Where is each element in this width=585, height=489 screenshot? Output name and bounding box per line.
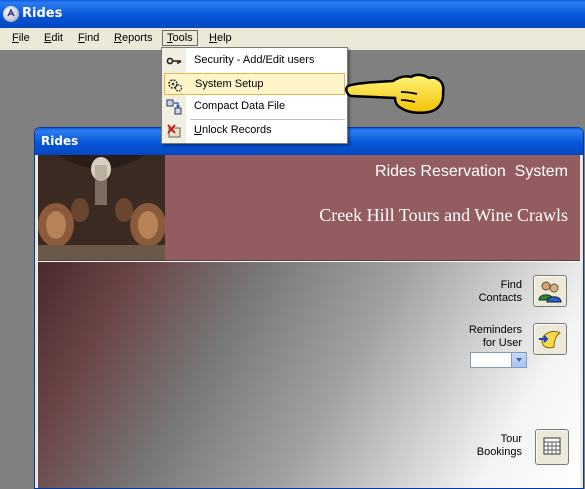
gears-icon [167, 77, 183, 93]
reminders-user-select[interactable] [470, 352, 527, 368]
chevron-down-icon[interactable] [511, 353, 526, 367]
menu-find[interactable]: Find [78, 32, 99, 44]
menu-item-unlock-records[interactable]: Unlock Records [164, 120, 345, 142]
banner-title: Rides Reservation System [375, 163, 568, 180]
window-title: Rides [22, 6, 63, 21]
menu-tools[interactable]: Tools [162, 30, 198, 46]
header-banner: Rides Reservation System Creek Hill Tour… [38, 155, 580, 260]
menu-edit[interactable]: Edit [44, 32, 63, 44]
menu-file[interactable]: File [12, 32, 30, 44]
app-icon[interactable] [3, 6, 19, 22]
menu-item-compact-data[interactable]: Compact Data File [164, 96, 345, 118]
wine-cellar-photo [38, 155, 165, 260]
child-body: Rides Reservation System Creek Hill Tour… [38, 155, 580, 488]
key-icon [166, 53, 182, 69]
menu-reports[interactable]: Reports [114, 32, 153, 44]
menu-help[interactable]: Help [209, 32, 232, 44]
compact-icon [166, 99, 182, 115]
reminders-button[interactable] [533, 323, 567, 355]
main-title-bar: Rides [0, 0, 585, 28]
reminders-label: Reminders for User [468, 324, 522, 349]
banner-subtitle: Creek Hill Tours and Wine Crawls [319, 205, 568, 225]
menu-item-security[interactable]: Security - Add/Edit users [164, 50, 345, 72]
find-contacts-button[interactable] [533, 275, 567, 307]
tour-bookings-button[interactable] [535, 429, 569, 465]
pointing-hand-icon [345, 73, 445, 115]
tools-dropdown-menu: Security - Add/Edit users System Setup C… [161, 47, 348, 144]
find-contacts-label: Find Contacts [478, 279, 522, 304]
rides-child-window: Rides Rides Reservation System Creek Hil… [34, 127, 584, 489]
menu-item-system-setup[interactable]: System Setup [164, 73, 345, 95]
tour-bookings-label: Tour Bookings [476, 433, 522, 458]
unlock-icon [166, 123, 182, 139]
